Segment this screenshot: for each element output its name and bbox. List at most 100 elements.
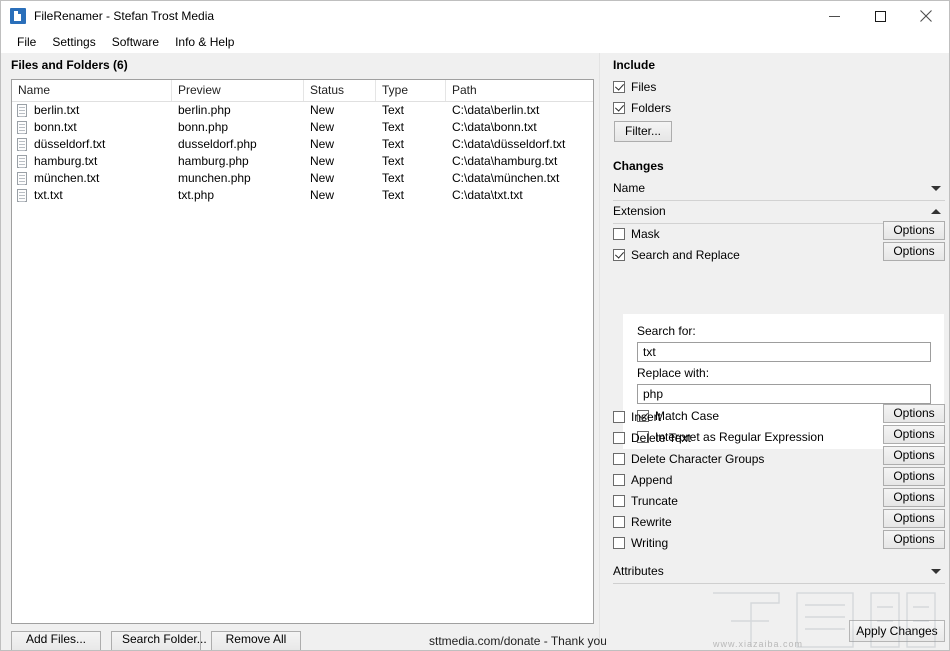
append-options-button[interactable]: Options	[883, 467, 945, 486]
search-for-label: Search for:	[637, 324, 696, 338]
cell-name: bonn.txt	[12, 119, 172, 136]
file-icon	[17, 121, 27, 134]
options-pane: Include Files Folders Filter... Changes …	[606, 53, 949, 650]
include-files-checkbox[interactable]: Files	[613, 78, 656, 96]
search-and-replace-options-button[interactable]: Options	[883, 242, 945, 261]
cell-preview: bonn.php	[178, 120, 229, 134]
column-header-status[interactable]: Status	[304, 80, 376, 101]
changes-section-title: Changes	[613, 159, 664, 173]
delete-text-checkbox[interactable]: Delete Text	[613, 429, 691, 447]
close-button[interactable]	[903, 1, 949, 31]
delete-text-options-button[interactable]: Options	[883, 425, 945, 444]
rewrite-options-button[interactable]: Options	[883, 509, 945, 528]
cell-path: C:\data\berlin.txt	[452, 103, 540, 117]
checkbox-box	[613, 411, 625, 423]
file-list[interactable]: Name Preview Status Type Path berlin.txt…	[11, 79, 594, 624]
checkbox-box	[613, 495, 625, 507]
insert-checkbox[interactable]: Insert	[613, 408, 661, 426]
cell-status: New	[310, 103, 335, 117]
search-and-replace-checkbox[interactable]: Search and Replace	[613, 246, 740, 264]
delete-character-groups-options-button[interactable]: Options	[883, 446, 945, 465]
insert-label: Insert	[631, 410, 662, 424]
search-folder-button[interactable]: Search Folder...	[111, 630, 207, 650]
table-row[interactable]: hamburg.txt hamburg.php New Text C:\data\ham…	[12, 153, 593, 170]
checkbox-box	[613, 249, 625, 261]
insert-options-button[interactable]: Options	[883, 404, 945, 423]
column-header-preview[interactable]: Preview	[172, 80, 304, 101]
cell-type: Text	[382, 103, 405, 117]
file-actions-bar: Add Files... Search Folder... Remove All…	[11, 630, 607, 650]
cell-preview: munchen.php	[178, 171, 251, 185]
window-controls	[811, 1, 949, 31]
cell-type: Text	[382, 171, 405, 185]
checkbox-box	[613, 516, 625, 528]
table-row[interactable]: bonn.txt bonn.php New Text C:\data\bonn.txt	[12, 119, 593, 136]
cell-status: New	[310, 188, 335, 202]
checkbox-box	[613, 81, 625, 93]
include-files-label: Files	[631, 80, 657, 94]
cell-name: berlin.txt	[12, 102, 172, 119]
cell-path: C:\data\hamburg.txt	[452, 154, 558, 168]
maximize-button[interactable]	[857, 1, 903, 31]
table-row[interactable]: düsseldorf.txt dusseldorf.php New Text C:\da…	[12, 136, 593, 153]
apply-changes-button[interactable]: Apply Changes	[849, 620, 945, 642]
cell-preview: berlin.php	[178, 103, 231, 117]
files-pane: Files and Folders (6) Name Preview Statu…	[1, 53, 607, 650]
column-header-path[interactable]: Path	[446, 80, 593, 101]
writing-checkbox[interactable]: Writing	[613, 534, 668, 552]
delete-character-groups-checkbox[interactable]: Delete Character Groups	[613, 450, 764, 468]
pane-divider	[599, 53, 600, 650]
filter-button[interactable]: Filter...	[614, 121, 672, 142]
add-files-button[interactable]: Add Files...	[11, 630, 101, 650]
writing-options-button[interactable]: Options	[883, 530, 945, 549]
menu-file[interactable]: File	[9, 33, 44, 51]
search-for-input[interactable]: txt	[637, 342, 931, 362]
column-header-name[interactable]: Name	[12, 80, 172, 101]
cell-preview: hamburg.php	[178, 154, 249, 168]
append-checkbox[interactable]: Append	[613, 471, 672, 489]
mask-label: Mask	[631, 227, 660, 241]
cell-status: New	[310, 137, 335, 151]
donate-link[interactable]: sttmedia.com/donate - Thank you	[429, 634, 607, 648]
menu-software[interactable]: Software	[104, 33, 167, 51]
cell-type: Text	[382, 137, 405, 151]
cell-type: Text	[382, 188, 405, 202]
title-bar: FileRenamer - Stefan Trost Media	[1, 1, 949, 31]
remove-all-button[interactable]: Remove All	[211, 630, 301, 650]
cell-type: Text	[382, 154, 405, 168]
truncate-checkbox[interactable]: Truncate	[613, 492, 678, 510]
chevron-up-icon	[931, 209, 941, 214]
checkbox-box	[613, 537, 625, 549]
menu-settings[interactable]: Settings	[44, 33, 103, 51]
cell-path: C:\data\düsseldorf.txt	[452, 137, 566, 151]
checkbox-box	[613, 474, 625, 486]
table-row[interactable]: txt.txt txt.php New Text C:\data\txt.txt	[12, 187, 593, 204]
truncate-options-button[interactable]: Options	[883, 488, 945, 507]
minimize-button[interactable]	[811, 1, 857, 31]
include-folders-checkbox[interactable]: Folders	[613, 99, 671, 117]
mask-options-button[interactable]: Options	[883, 221, 945, 240]
filerenamer-window: FileRenamer - Stefan Trost Media File Se…	[0, 0, 950, 651]
file-list-header: Name Preview Status Type Path	[12, 80, 593, 102]
files-section-title: Files and Folders (6)	[11, 58, 128, 72]
changes-name-section-toggle[interactable]: Name	[613, 178, 945, 201]
attributes-section-toggle[interactable]: Attributes	[613, 561, 945, 583]
search-and-replace-label: Search and Replace	[631, 248, 740, 262]
replace-with-input[interactable]: php	[637, 384, 931, 404]
file-list-body: berlin.txt berlin.php New Text C:\data\berli…	[12, 102, 593, 204]
cell-type: Text	[382, 120, 405, 134]
changes-name-label: Name	[613, 181, 646, 195]
column-header-type[interactable]: Type	[376, 80, 446, 101]
table-row[interactable]: münchen.txt munchen.php New Text C:\data\mün…	[12, 170, 593, 187]
app-icon	[10, 8, 26, 24]
cell-name: txt.txt	[12, 187, 172, 204]
mask-checkbox[interactable]: Mask	[613, 225, 660, 243]
menu-info-help[interactable]: Info & Help	[167, 33, 242, 51]
rewrite-checkbox[interactable]: Rewrite	[613, 513, 672, 531]
attributes-divider	[613, 583, 945, 584]
table-row[interactable]: berlin.txt berlin.php New Text C:\data\berli…	[12, 102, 593, 119]
cell-path: C:\data\txt.txt	[452, 188, 523, 202]
checkbox-box	[613, 453, 625, 465]
file-icon	[17, 138, 27, 151]
file-icon	[17, 189, 27, 202]
